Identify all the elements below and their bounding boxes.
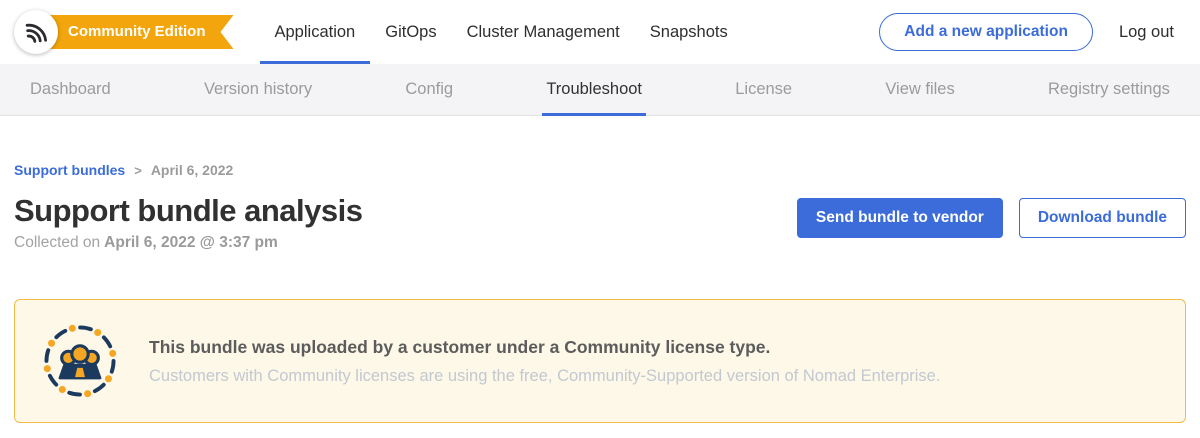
title-row: Support bundle analysis Collected onApri… — [14, 193, 1186, 252]
notice-heading: This bundle was uploaded by a customer u… — [149, 337, 940, 358]
send-bundle-to-vendor-button[interactable]: Send bundle to vendor — [797, 198, 1003, 238]
add-new-application-button[interactable]: Add a new application — [879, 13, 1093, 51]
community-edition-badge: Community Edition — [46, 15, 234, 49]
community-people-icon — [41, 322, 119, 400]
breadcrumb-support-bundles-link[interactable]: Support bundles — [14, 162, 125, 178]
nav-tab-application[interactable]: Application — [260, 0, 371, 64]
download-bundle-button[interactable]: Download bundle — [1019, 198, 1186, 238]
nav-tab-gitops[interactable]: GitOps — [370, 0, 451, 64]
replicated-logo-icon[interactable] — [14, 10, 58, 54]
nav-tab-cluster-management[interactable]: Cluster Management — [452, 0, 635, 64]
subnav-tab-view-files[interactable]: View files — [881, 64, 958, 115]
page-title: Support bundle analysis — [14, 193, 363, 229]
support-bundle-page: Community Edition Application GitOps Clu… — [0, 0, 1200, 438]
subnav-tab-troubleshoot[interactable]: Troubleshoot — [542, 64, 646, 115]
notice-text: This bundle was uploaded by a customer u… — [149, 337, 940, 386]
nav-tab-snapshots[interactable]: Snapshots — [635, 0, 743, 64]
subnav-tab-license[interactable]: License — [731, 64, 796, 115]
subnav-tab-registry-settings[interactable]: Registry settings — [1044, 64, 1174, 115]
breadcrumb: Support bundles > April 6, 2022 — [14, 162, 1186, 178]
logo-and-badge: Community Edition — [14, 10, 234, 54]
notice-body: Customers with Community licenses are us… — [149, 367, 940, 386]
main-content: Support bundles > April 6, 2022 Support … — [0, 162, 1200, 423]
collected-timestamp: Collected onApril 6, 2022 @ 3:37 pm — [14, 234, 363, 252]
collected-prefix: Collected on — [14, 234, 100, 251]
subnav-tab-dashboard[interactable]: Dashboard — [26, 64, 115, 115]
breadcrumb-separator: > — [134, 163, 142, 178]
subnav-tab-version-history[interactable]: Version history — [200, 64, 316, 115]
title-block: Support bundle analysis Collected onApri… — [14, 193, 363, 252]
top-navbar: Community Edition Application GitOps Clu… — [0, 0, 1200, 64]
app-subnav: Dashboard Version history Config Trouble… — [0, 64, 1200, 116]
collected-date: April 6, 2022 @ 3:37 pm — [104, 234, 278, 251]
logout-link[interactable]: Log out — [1119, 23, 1174, 42]
breadcrumb-current-bundle: April 6, 2022 — [151, 162, 234, 178]
subnav-tab-config[interactable]: Config — [401, 64, 457, 115]
primary-nav-tabs: Application GitOps Cluster Management Sn… — [260, 0, 743, 64]
community-license-notice: This bundle was uploaded by a customer u… — [14, 299, 1186, 423]
bundle-actions: Send bundle to vendor Download bundle — [797, 198, 1186, 238]
